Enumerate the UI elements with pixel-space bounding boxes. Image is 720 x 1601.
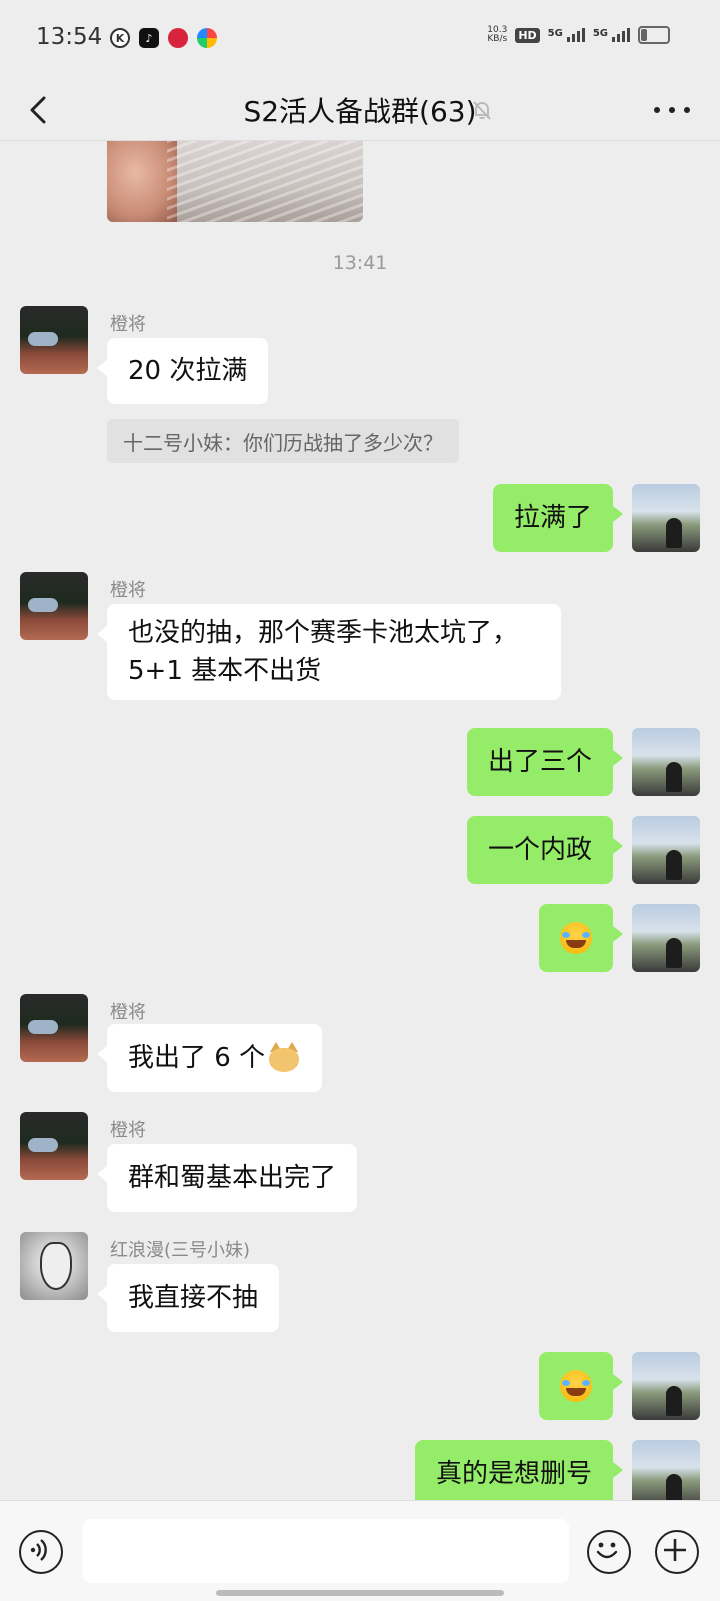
avatar-self[interactable] — [632, 1440, 700, 1500]
sender-name: 橙将 — [110, 1120, 146, 1141]
sender-name: 橙将 — [110, 580, 146, 601]
kuaishou-app-icon: K — [110, 28, 130, 48]
emoji-icon[interactable] — [587, 1530, 631, 1574]
network-label-1: 5G — [547, 28, 563, 39]
douyin-app-icon: ♪ — [139, 28, 159, 48]
image-cat-fur — [167, 140, 363, 222]
signal-icon-2: 5G — [593, 28, 630, 42]
muted-bell-icon — [473, 101, 491, 120]
outgoing-emoji-bubble[interactable] — [539, 904, 623, 972]
outgoing-message-bubble[interactable]: 拉满了 — [492, 484, 624, 552]
network-speed-unit: KB/s — [487, 34, 508, 44]
image-message[interactable] — [107, 140, 363, 222]
outgoing-message-bubble[interactable]: 一个内政 — [466, 816, 624, 884]
avatar-self[interactable] — [632, 484, 700, 552]
avatar-chengjiang[interactable] — [20, 306, 88, 374]
network-speed: 10.3 KB/s — [487, 26, 507, 44]
input-bar — [0, 1500, 720, 1601]
battery-icon — [638, 26, 670, 44]
message-timestamp: 13:41 — [332, 252, 388, 274]
message-text: 我出了 6 个 — [128, 1043, 266, 1073]
incoming-message-bubble[interactable]: 群和蜀基本出完了 — [96, 1144, 358, 1212]
network-label-2: 5G — [592, 28, 608, 39]
sender-name: 红浪漫(三号小妹) — [110, 1240, 251, 1261]
colorful-app-icon — [197, 28, 217, 48]
outgoing-message-bubble[interactable]: 出了三个 — [466, 728, 624, 796]
message-line: 也没的抽，那个赛季卡池太坑了， — [128, 618, 519, 648]
outgoing-message-bubble[interactable]: 真的是想删号 — [414, 1440, 624, 1500]
red-app-icon — [168, 28, 188, 48]
status-indicators: 10.3 KB/s HD 5G 5G — [487, 26, 670, 44]
plus-icon[interactable] — [655, 1530, 699, 1574]
chat-message-list[interactable]: 13:41 橙将 20 次拉满 十二号小妹：你们历战抽了多少次？ 拉满了 橙将 … — [0, 140, 720, 1500]
message-line: 5+1 基本不出货 — [128, 656, 322, 686]
sender-name: 橙将 — [110, 314, 146, 335]
more-options-icon[interactable] — [654, 96, 690, 124]
quoted-message[interactable]: 十二号小妹：你们历战抽了多少次？ — [107, 419, 459, 463]
incoming-message-bubble[interactable]: 也没的抽，那个赛季卡池太坑了， 5+1 基本不出货 — [97, 604, 561, 700]
avatar-hong-lang-man[interactable] — [20, 1232, 88, 1300]
signal-icon-1: 5G — [548, 28, 585, 42]
voice-icon[interactable] — [19, 1530, 63, 1574]
avatar-self[interactable] — [632, 816, 700, 884]
laughing-tears-icon — [560, 1370, 592, 1402]
incoming-message-bubble[interactable]: 我直接不抽 — [96, 1264, 280, 1332]
chat-title: S2活人备战群(63) — [243, 95, 477, 128]
avatar-self[interactable] — [632, 1352, 700, 1420]
chat-header: S2活人备战群(63) — [0, 78, 720, 141]
avatar-chengjiang[interactable] — [20, 994, 88, 1062]
avatar-chengjiang[interactable] — [20, 1112, 88, 1180]
incoming-message-bubble[interactable]: 20 次拉满 — [96, 338, 269, 404]
status-bar: 13:54 K ♪ 10.3 KB/s HD 5G 5G — [0, 0, 720, 78]
hd-icon: HD — [515, 27, 540, 43]
avatar-chengjiang[interactable] — [20, 572, 88, 640]
status-time: 13:54 — [36, 24, 103, 50]
outgoing-emoji-bubble[interactable] — [539, 1352, 623, 1420]
doge-icon — [267, 1042, 301, 1074]
status-app-icons: K ♪ — [110, 28, 217, 48]
avatar-self[interactable] — [632, 904, 700, 972]
sender-name: 橙将 — [110, 1002, 146, 1023]
laughing-tears-icon — [560, 922, 592, 954]
incoming-message-bubble[interactable]: 我出了 6 个 — [96, 1024, 323, 1092]
message-input[interactable] — [83, 1519, 569, 1583]
home-indicator[interactable] — [216, 1590, 504, 1596]
mask-face — [40, 1242, 72, 1290]
avatar-self[interactable] — [632, 728, 700, 796]
